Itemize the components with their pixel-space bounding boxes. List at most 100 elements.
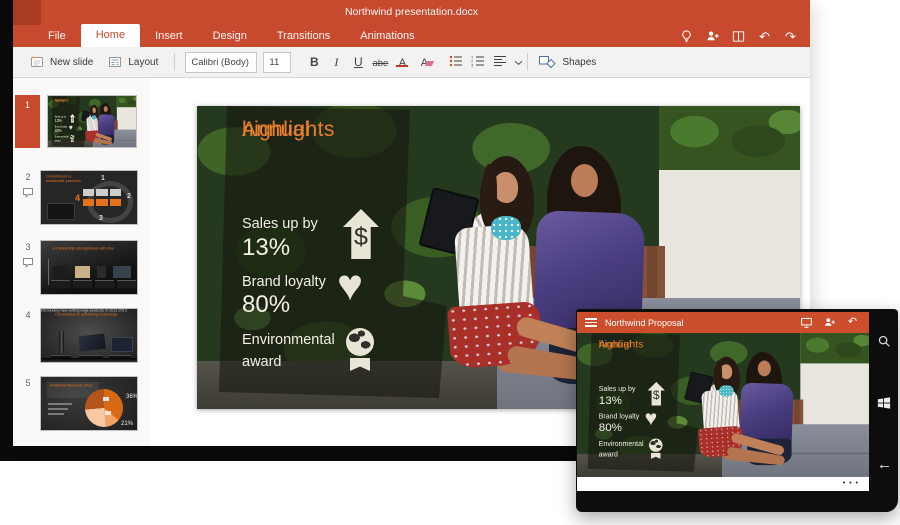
stat-award-value: award (242, 349, 282, 375)
shapes-button[interactable]: Shapes (538, 55, 596, 70)
hamburger-menu-icon[interactable] (585, 318, 597, 327)
stat-sales-label: Sales up by (242, 216, 318, 233)
share-person-icon[interactable] (705, 29, 720, 44)
stat-loyalty-value: 80% (55, 129, 62, 134)
stat-loyalty-label: Brand loyalty (242, 274, 326, 291)
stat-award-label: Environmental (599, 440, 644, 448)
numbering-button[interactable]: 123 (467, 55, 489, 70)
device-bezel-left (0, 0, 13, 461)
speaker-image (59, 331, 64, 353)
numbering-icon: 123 (471, 55, 485, 67)
document-title: Northwind presentation.docx (13, 0, 810, 25)
stat-loyalty-label: Brand loyalty (599, 413, 640, 421)
stat-award-label: Environmental (242, 332, 335, 349)
slide-number: 5 (21, 378, 35, 388)
stat-award-value: award (599, 448, 618, 460)
redo-icon[interactable]: ↷ (783, 29, 798, 44)
woman-right-face (758, 361, 771, 377)
present-display-icon[interactable] (800, 316, 813, 329)
slide-photo: Annual highlights Sales up by 13% $ Bran… (48, 96, 137, 148)
thumbnail-slide-1[interactable]: Annual highlights Sales up by 13% $ Bran… (47, 95, 137, 148)
share-person-icon[interactable] (823, 316, 836, 329)
woman-right-face (571, 164, 598, 197)
shapes-icon (538, 55, 557, 70)
globe-medal-icon (345, 328, 377, 372)
slide-number: 2 (21, 172, 35, 182)
font-color-button[interactable]: A (391, 55, 413, 69)
undo-icon[interactable]: ↶ (846, 316, 859, 329)
layout-icon (107, 54, 123, 70)
tab-insert[interactable]: Insert (140, 25, 198, 47)
tv-image (111, 337, 133, 352)
undo-icon[interactable]: ↶ (757, 29, 772, 44)
phone-hardware-buttons: ← (870, 312, 897, 509)
thumbnail-slide-2[interactable]: Commitment to sustainable practices 1 2 … (40, 170, 138, 225)
font-size-select[interactable]: 11 (263, 52, 291, 73)
windows-logo-icon[interactable] (877, 396, 891, 410)
paragraph-more-button[interactable] (511, 55, 525, 69)
slide-number: 3 (21, 242, 35, 252)
slide-number: 1 (15, 100, 40, 110)
phone-device: Northwind Proposal ↶ (576, 309, 898, 512)
slide-number: 4 (21, 310, 35, 320)
phone-document-title: Northwind Proposal (605, 318, 800, 328)
stat-sales-value: 13% (55, 119, 62, 124)
heart-icon: ♥ (645, 408, 658, 429)
thumbnail-slide-3[interactable]: A Partnership strengthened with time (40, 240, 138, 295)
bold-button[interactable]: B (303, 55, 325, 69)
italic-button[interactable]: I (325, 55, 347, 70)
new-slide-icon (29, 54, 45, 70)
tv-image (78, 334, 105, 352)
tab-design[interactable]: Design (198, 25, 262, 47)
stat-sales-value: 13% (242, 235, 290, 261)
globe-medal-icon (649, 438, 664, 459)
bullets-button[interactable] (445, 55, 467, 70)
chevron-down-icon (514, 60, 523, 66)
thumbnail-slide-5[interactable]: Northwind Revenue 2013 36% 21% (40, 376, 138, 431)
font-styles-button[interactable]: A (413, 55, 435, 69)
book-icon[interactable] (731, 29, 746, 44)
align-left-icon (493, 55, 507, 67)
selected-slide-marker: 1 (15, 95, 40, 148)
woman-right-face (104, 106, 108, 112)
search-icon[interactable] (877, 334, 891, 348)
more-options-button[interactable]: • • • (843, 480, 859, 487)
stat-loyalty-value: 80% (242, 292, 290, 318)
back-icon[interactable]: ← (877, 458, 891, 472)
stat-sales-label: Sales up by (599, 385, 636, 393)
align-button[interactable] (489, 55, 511, 70)
layout-button[interactable]: Layout (107, 54, 158, 70)
phone-slide[interactable]: Annual highlights Sales up by 13% $ Bran… (577, 333, 869, 477)
svg-text:3: 3 (471, 62, 474, 66)
quick-toolbar: New slide Layout Calibri (Body) 11 B I U… (13, 47, 810, 78)
lightbulb-icon[interactable] (679, 29, 694, 44)
underline-button[interactable]: U (347, 55, 369, 69)
bullets-icon (449, 55, 463, 67)
phone-command-bar: • • • (577, 477, 869, 491)
heart-icon: ♥ (69, 124, 73, 132)
stat-award-value: award (55, 139, 61, 144)
tab-home[interactable]: Home (81, 24, 140, 47)
slide-thumbnail-panel: 1 Annual highlights Sales up by 13% $ (13, 78, 150, 446)
tab-transitions[interactable]: Transitions (262, 25, 345, 47)
stat-loyalty-value: 80% (599, 421, 622, 433)
font-name-select[interactable]: Calibri (Body) (185, 52, 257, 73)
slide-photo: Annual highlights Sales up by 13% $ Bran… (577, 333, 869, 477)
comment-icon[interactable] (22, 185, 34, 196)
pie-chart (85, 389, 123, 427)
plants (659, 106, 800, 170)
heart-icon: ♥ (337, 264, 363, 308)
tab-file[interactable]: File (33, 25, 81, 47)
comment-icon[interactable] (22, 255, 34, 266)
thumbnail-slide-4[interactable]: Commitment to advancing technology Intro… (40, 308, 138, 363)
new-slide-button[interactable]: New slide (29, 54, 93, 70)
globe-medal-icon (70, 135, 75, 143)
tv-image (47, 203, 75, 220)
strikethrough-button[interactable]: abe (369, 55, 391, 69)
phone-app-bar: Northwind Proposal ↶ (577, 312, 869, 333)
stage: Northwind presentation.docx File Home In… (0, 0, 900, 525)
tab-animations[interactable]: Animations (345, 25, 429, 47)
title-bar: Northwind presentation.docx (13, 0, 810, 25)
plants (117, 96, 137, 107)
plants (800, 333, 869, 363)
